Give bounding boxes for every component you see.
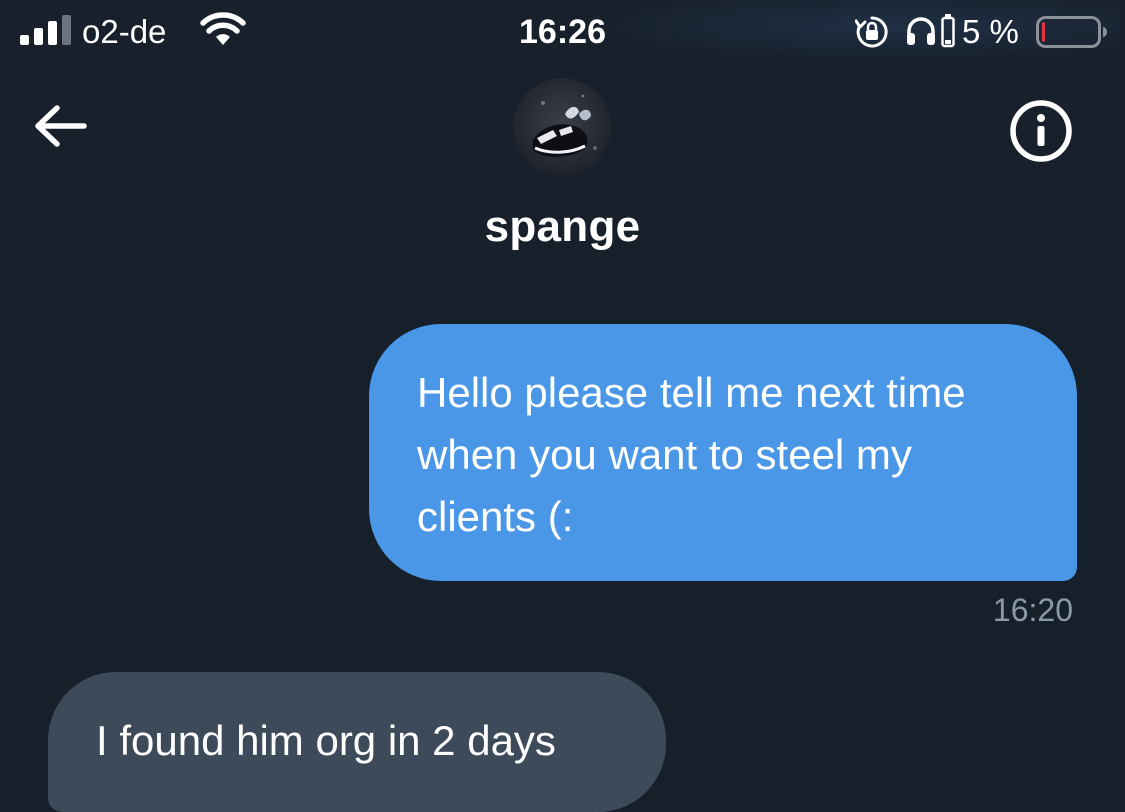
conversation-username[interactable]: spange: [0, 200, 1125, 254]
sent-message-text: Hello please tell me next time when you …: [417, 369, 966, 540]
received-message-text: I found him org in 2 days: [96, 717, 556, 764]
message-timestamp: 16:20: [992, 592, 1073, 628]
status-bar: o2-de 16:26 5 %: [0, 0, 1125, 64]
rotation-lock-icon: [855, 16, 888, 48]
sent-message-bubble[interactable]: Hello please tell me next time when you …: [369, 324, 1077, 581]
status-bar-clock: 16:26: [519, 13, 606, 51]
headphones-icon: [907, 17, 935, 45]
received-message-bubble[interactable]: I found him org in 2 days: [48, 672, 666, 812]
battery-percentage: 5 %: [962, 13, 1019, 50]
avatar-image: [513, 78, 611, 176]
info-button[interactable]: [1008, 98, 1074, 164]
back-button[interactable]: [30, 100, 90, 152]
battery-icon: [1036, 16, 1107, 48]
avatar[interactable]: [513, 78, 611, 176]
chat-screen: o2-de 16:26 5 % spange Hello please tell…: [0, 0, 1125, 812]
headphone-battery-icon: [941, 14, 955, 48]
